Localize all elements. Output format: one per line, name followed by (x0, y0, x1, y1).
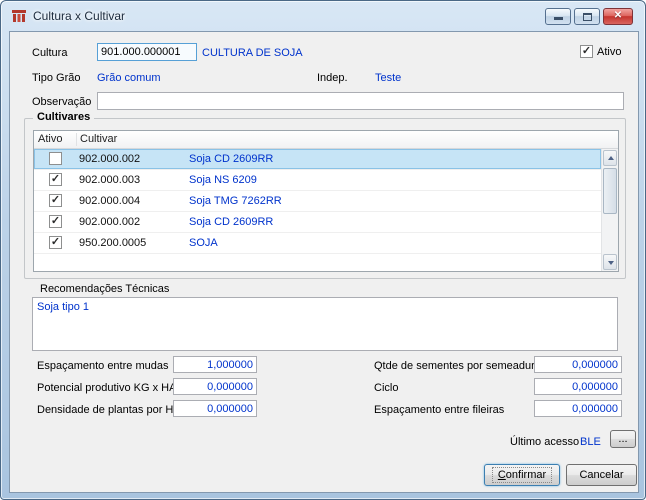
ativo-checkbox[interactable] (580, 45, 593, 58)
arrow-up-icon (608, 156, 614, 160)
window-title: Cultura x Cultivar (33, 9, 125, 23)
table-row[interactable]: 902.000.003 Soja NS 6209 (34, 170, 601, 191)
close-icon: ✕ (604, 10, 632, 21)
table-row[interactable]: 902.000.004 Soja TMG 7262RR (34, 191, 601, 212)
ciclo-label: Ciclo (374, 382, 398, 394)
recomendacoes-textarea[interactable]: Soja tipo 1 (32, 297, 618, 351)
cultura-input[interactable] (97, 43, 197, 61)
cultura-label: Cultura (32, 47, 67, 59)
espacamento-fileiras-label: Espaçamento entre fileiras (374, 404, 504, 416)
espacamento-fileiras-input[interactable] (534, 400, 622, 417)
table-row[interactable]: 902.000.002 Soja CD 2609RR (34, 212, 601, 233)
qtde-sementes-label: Qtde de sementes por semeadura (374, 360, 541, 372)
ultimo-acesso-value: BLE (580, 436, 601, 448)
cultivar-name: SOJA (189, 237, 218, 249)
row-ativo-checkbox[interactable] (49, 152, 62, 165)
cultivares-groupbox: Cultivares Ativo Cultivar 902.000.002 So… (24, 118, 626, 279)
row-ativo-checkbox[interactable] (49, 215, 62, 228)
recomendacoes-label: Recomendações Técnicas (40, 283, 169, 295)
scroll-down-button[interactable] (603, 254, 617, 270)
cultivares-grid: Ativo Cultivar 902.000.002 Soja CD 2609R… (33, 130, 619, 272)
scroll-up-button[interactable] (603, 150, 617, 166)
cancel-button[interactable]: Cancelar (566, 464, 637, 486)
row-ativo-checkbox[interactable] (49, 194, 62, 207)
col-cultivar-header[interactable]: Cultivar (80, 133, 117, 145)
potencial-produtivo-label: Potencial produtivo KG x HA (37, 382, 176, 394)
scroll-thumb[interactable] (603, 168, 617, 214)
tipo-grao-label: Tipo Grão (32, 72, 81, 84)
observacao-input[interactable] (97, 92, 624, 110)
cultivar-code: 902.000.004 (79, 195, 140, 207)
observacao-label: Observação (32, 96, 91, 108)
row-ativo-checkbox[interactable] (49, 236, 62, 249)
espacamento-mudas-label: Espaçamento entre mudas (37, 360, 168, 372)
cultivares-caption: Cultivares (33, 111, 94, 123)
ciclo-input[interactable] (534, 378, 622, 395)
indep-label: Indep. (317, 72, 348, 84)
table-row[interactable]: 950.200.0005 SOJA (34, 233, 601, 254)
grid-header: Ativo Cultivar (34, 131, 618, 149)
cultura-description: CULTURA DE SOJA (202, 47, 303, 59)
col-ativo-header[interactable]: Ativo (38, 133, 62, 145)
cultivar-code: 902.000.002 (79, 153, 140, 165)
ativo-label: Ativo (597, 46, 621, 58)
ultimo-acesso-label: Último acesso (510, 436, 579, 448)
indep-value: Teste (375, 72, 401, 84)
row-ativo-checkbox[interactable] (49, 173, 62, 186)
arrow-down-icon (608, 261, 614, 265)
cultivar-code: 902.000.003 (79, 174, 140, 186)
densidade-plantas-label: Densidade de plantas por HA (37, 404, 181, 416)
close-button[interactable]: ✕ (603, 8, 633, 25)
titlebar[interactable]: Cultura x Cultivar ✕ (1, 1, 645, 31)
cultivar-name: Soja CD 2609RR (189, 153, 273, 165)
tipo-grao-value: Grão comum (97, 72, 161, 84)
potencial-produtivo-input[interactable] (173, 378, 257, 395)
table-row[interactable]: 902.000.002 Soja CD 2609RR (34, 149, 601, 170)
cultivar-code: 950.200.0005 (79, 237, 146, 249)
cultivar-name: Soja TMG 7262RR (189, 195, 282, 207)
maximize-button[interactable] (574, 8, 600, 25)
cultivar-name: Soja CD 2609RR (189, 216, 273, 228)
maximize-icon (583, 13, 592, 21)
minimize-icon (554, 17, 563, 20)
browse-button[interactable]: ... (610, 430, 636, 448)
vertical-scrollbar[interactable] (601, 149, 618, 271)
cultivar-code: 902.000.002 (79, 216, 140, 228)
app-icon (11, 8, 27, 24)
dialog-body: Cultura CULTURA DE SOJA Ativo Tipo Grão … (9, 31, 639, 493)
confirm-button[interactable]: Confirmar (484, 464, 560, 486)
qtde-sementes-input[interactable] (534, 356, 622, 373)
header-separator (76, 133, 77, 146)
dialog-cultura-x-cultivar: Cultura x Cultivar ✕ Cultura CULTURA DE … (0, 0, 646, 500)
cultivares-grid-body: 902.000.002 Soja CD 2609RR 902.000.003 S… (34, 149, 601, 271)
cultivar-name: Soja NS 6209 (189, 174, 257, 186)
densidade-plantas-input[interactable] (173, 400, 257, 417)
minimize-button[interactable] (545, 8, 571, 25)
espacamento-mudas-input[interactable] (173, 356, 257, 373)
